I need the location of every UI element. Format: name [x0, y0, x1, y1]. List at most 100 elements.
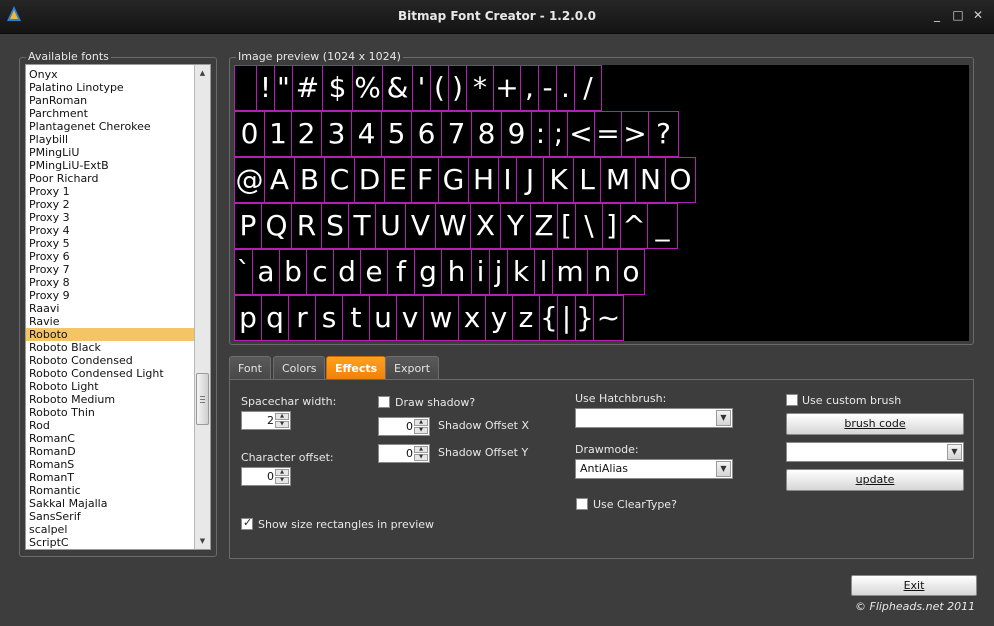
font-list-item[interactable]: RomanC — [26, 432, 194, 445]
glyph-cell: 1 — [264, 111, 292, 157]
cleartype-label: Use ClearType? — [593, 498, 677, 511]
draw-shadow-checkbox[interactable] — [378, 396, 390, 408]
font-list-item[interactable]: Roboto Condensed Light — [26, 367, 194, 380]
font-list[interactable]: Onyx Palatino Linotype PanRoman Parchment Pl… — [26, 68, 194, 549]
tab-colors[interactable]: Colors — [273, 356, 326, 380]
font-list-item[interactable]: Proxy 9 — [26, 289, 194, 302]
glyph-cell: ] — [602, 203, 621, 249]
close-icon[interactable]: ✕ — [971, 8, 985, 22]
font-list-item[interactable]: Roboto Medium — [26, 393, 194, 406]
font-list-item[interactable]: PanRoman — [26, 94, 194, 107]
font-list-item[interactable]: Plantagenet Cherokee — [26, 120, 194, 133]
font-list-item[interactable]: Roboto — [26, 328, 194, 341]
font-list-item[interactable]: ScriptC — [26, 536, 194, 549]
available-fonts-title: Available fonts — [26, 50, 111, 64]
font-list-item[interactable]: Parchment — [26, 107, 194, 120]
glyph-cell: + — [493, 65, 521, 111]
shadow-offset-y-spinner[interactable]: 0 ▲ ▼ — [378, 444, 430, 463]
glyph-cell: p — [234, 295, 262, 341]
spin-down-icon[interactable]: ▼ — [414, 427, 428, 434]
spin-up-icon[interactable]: ▲ — [414, 419, 428, 426]
glyph-cell: / — [574, 65, 602, 111]
glyph-cell: ; — [549, 111, 568, 157]
glyph-cell: , — [520, 65, 539, 111]
spin-down-icon[interactable]: ▼ — [275, 477, 289, 484]
font-list-item[interactable]: RomanS — [26, 458, 194, 471]
glyph-cell: e — [360, 249, 388, 295]
glyph-cell: U — [375, 203, 406, 249]
font-list-item[interactable]: Proxy 2 — [26, 198, 194, 211]
font-list-item[interactable]: Proxy 7 — [26, 263, 194, 276]
spin-down-icon[interactable]: ▼ — [414, 454, 428, 461]
glyph-cell: T — [348, 203, 376, 249]
font-list-item[interactable]: Sakkal Majalla — [26, 497, 194, 510]
cleartype-checkbox[interactable] — [576, 498, 588, 510]
custom-brush-select[interactable]: ▼ — [786, 442, 964, 462]
font-list-item[interactable]: Proxy 5 — [26, 237, 194, 250]
font-list-item[interactable]: Roboto Condensed — [26, 354, 194, 367]
draw-shadow-label: Draw shadow? — [395, 396, 476, 409]
drawmode-select[interactable]: AntiAlias ▼ — [575, 459, 733, 479]
font-list-item[interactable]: Rod — [26, 419, 194, 432]
scroll-up-icon[interactable]: ▲ — [195, 66, 210, 80]
font-list-item[interactable]: PMingLiU-ExtB — [26, 159, 194, 172]
hatchbrush-select[interactable]: ▼ — [575, 408, 733, 428]
font-list-item[interactable]: Ravie — [26, 315, 194, 328]
glyph-cell: V — [405, 203, 436, 249]
shadow-offset-x-spinner[interactable]: 0 ▲ ▼ — [378, 417, 430, 436]
spin-up-icon[interactable]: ▲ — [414, 446, 428, 453]
maximize-icon[interactable]: □ — [951, 8, 965, 22]
font-list-item[interactable]: Proxy 3 — [26, 211, 194, 224]
glyph-cell: [ — [557, 203, 576, 249]
glyph-cell: d — [333, 249, 361, 295]
glyph-cell: u — [369, 295, 397, 341]
tab-effects[interactable]: Effects — [326, 356, 387, 380]
spin-up-icon[interactable]: ▲ — [275, 413, 289, 420]
show-rects-checkbox[interactable] — [241, 516, 253, 530]
brush-code-button[interactable]: brush code — [786, 413, 964, 435]
tab-font[interactable]: Font — [229, 356, 271, 380]
font-list-scrollbar[interactable]: ▲ ▼ — [194, 65, 210, 549]
glyph-cell: * — [466, 65, 494, 111]
font-list-item[interactable]: Proxy 8 — [26, 276, 194, 289]
font-list-item[interactable]: SansSerif — [26, 510, 194, 523]
chevron-down-icon[interactable]: ▼ — [947, 444, 962, 460]
font-list-box[interactable]: Onyx Palatino Linotype PanRoman Parchment Pl… — [25, 64, 211, 550]
spin-up-icon[interactable]: ▲ — [275, 469, 289, 476]
scroll-thumb[interactable] — [196, 373, 209, 425]
spacechar-width-spinner[interactable]: 2 ▲ ▼ — [241, 411, 291, 430]
font-list-item[interactable]: Roboto Light — [26, 380, 194, 393]
glyph-cell: # — [292, 65, 323, 111]
font-list-item[interactable]: Poor Richard — [26, 172, 194, 185]
font-list-item[interactable]: Romantic — [26, 484, 194, 497]
glyph-cell: : — [531, 111, 550, 157]
font-list-item[interactable]: RomanD — [26, 445, 194, 458]
glyph-cell: c — [306, 249, 334, 295]
font-list-item[interactable]: Proxy 1 — [26, 185, 194, 198]
font-list-item[interactable]: Proxy 6 — [26, 250, 194, 263]
font-list-item[interactable]: Roboto Thin — [26, 406, 194, 419]
minimize-icon[interactable]: _ — [930, 8, 944, 22]
font-list-item[interactable]: RomanT — [26, 471, 194, 484]
shadow-offset-y-value: 0 — [406, 447, 413, 460]
shadow-offset-x-value: 0 — [406, 420, 413, 433]
font-list-item[interactable]: Palatino Linotype — [26, 81, 194, 94]
font-list-item[interactable]: Proxy 4 — [26, 224, 194, 237]
exit-button[interactable]: Exit — [851, 575, 977, 596]
spin-down-icon[interactable]: ▼ — [275, 421, 289, 428]
chevron-down-icon[interactable]: ▼ — [716, 461, 731, 477]
font-list-item[interactable]: Roboto Black — [26, 341, 194, 354]
font-list-item[interactable]: Raavi — [26, 302, 194, 315]
glyph-cell: . — [556, 65, 575, 111]
custom-brush-checkbox[interactable] — [786, 394, 798, 406]
glyph-cell: D — [354, 157, 385, 203]
font-list-item[interactable]: Playbill — [26, 133, 194, 146]
font-list-item[interactable]: scalpel — [26, 523, 194, 536]
update-button[interactable]: update — [786, 469, 964, 491]
tab-export[interactable]: Export — [385, 356, 440, 380]
scroll-down-icon[interactable]: ▼ — [195, 534, 210, 548]
character-offset-spinner[interactable]: 0 ▲ ▼ — [241, 467, 291, 486]
font-list-item[interactable]: Onyx — [26, 68, 194, 81]
chevron-down-icon[interactable]: ▼ — [716, 410, 731, 426]
font-list-item[interactable]: PMingLiU — [26, 146, 194, 159]
